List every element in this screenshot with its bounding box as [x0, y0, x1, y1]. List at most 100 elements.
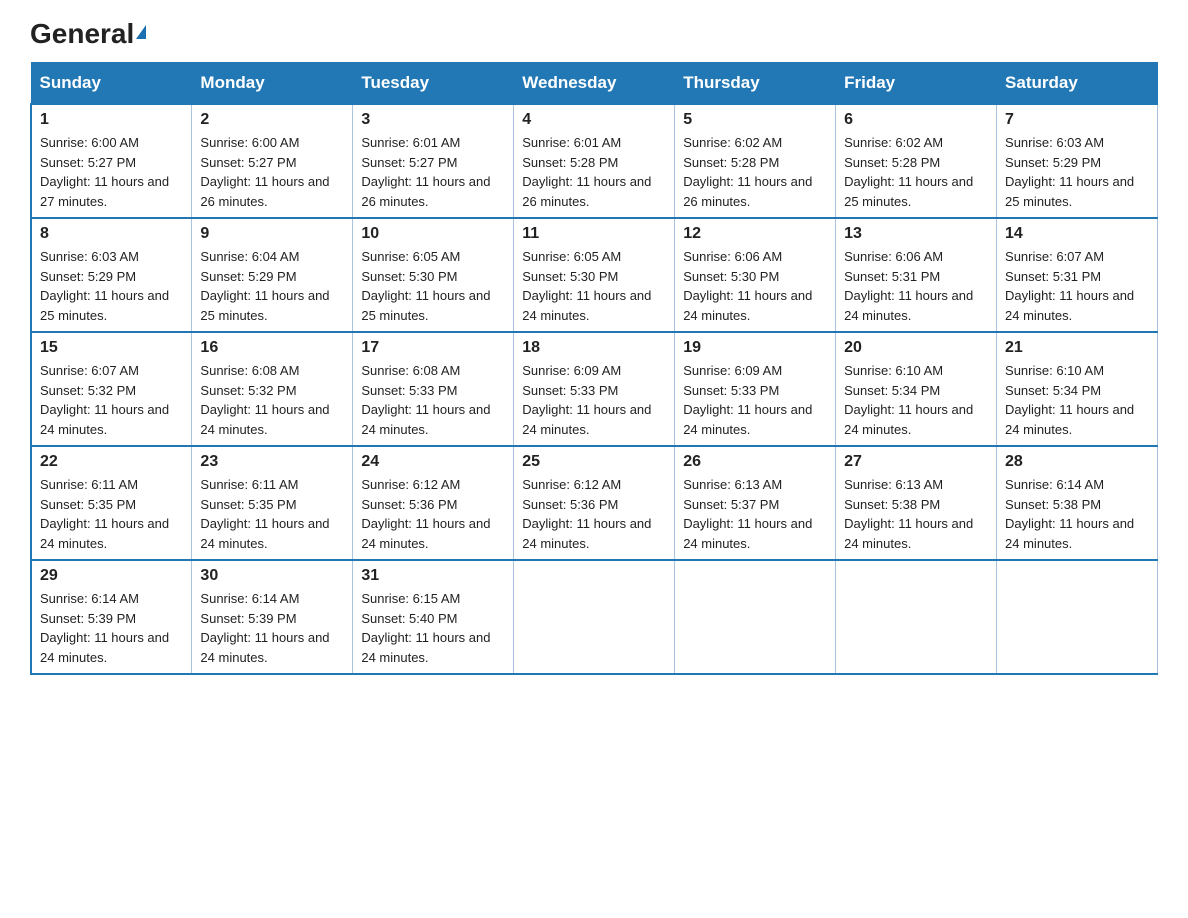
calendar-header-row: SundayMondayTuesdayWednesdayThursdayFrid… — [31, 63, 1158, 105]
day-info: Sunrise: 6:07 AMSunset: 5:32 PMDaylight:… — [40, 361, 183, 439]
day-info: Sunrise: 6:13 AMSunset: 5:38 PMDaylight:… — [844, 475, 988, 553]
day-number: 14 — [1005, 225, 1149, 243]
calendar-day-21: 21 Sunrise: 6:10 AMSunset: 5:34 PMDaylig… — [997, 332, 1158, 446]
day-info: Sunrise: 6:10 AMSunset: 5:34 PMDaylight:… — [1005, 361, 1149, 439]
day-number: 2 — [200, 111, 344, 129]
calendar-day-20: 20 Sunrise: 6:10 AMSunset: 5:34 PMDaylig… — [836, 332, 997, 446]
day-number: 21 — [1005, 339, 1149, 357]
calendar-day-22: 22 Sunrise: 6:11 AMSunset: 5:35 PMDaylig… — [31, 446, 192, 560]
calendar-day-25: 25 Sunrise: 6:12 AMSunset: 5:36 PMDaylig… — [514, 446, 675, 560]
day-number: 15 — [40, 339, 183, 357]
calendar-header-tuesday: Tuesday — [353, 63, 514, 105]
day-number: 4 — [522, 111, 666, 129]
logo-line1: General — [30, 20, 146, 48]
calendar-day-10: 10 Sunrise: 6:05 AMSunset: 5:30 PMDaylig… — [353, 218, 514, 332]
day-info: Sunrise: 6:12 AMSunset: 5:36 PMDaylight:… — [522, 475, 666, 553]
calendar-day-30: 30 Sunrise: 6:14 AMSunset: 5:39 PMDaylig… — [192, 560, 353, 674]
calendar-day-9: 9 Sunrise: 6:04 AMSunset: 5:29 PMDayligh… — [192, 218, 353, 332]
day-info: Sunrise: 6:14 AMSunset: 5:39 PMDaylight:… — [40, 589, 183, 667]
calendar-day-13: 13 Sunrise: 6:06 AMSunset: 5:31 PMDaylig… — [836, 218, 997, 332]
day-number: 6 — [844, 111, 988, 129]
calendar-day-23: 23 Sunrise: 6:11 AMSunset: 5:35 PMDaylig… — [192, 446, 353, 560]
day-info: Sunrise: 6:02 AMSunset: 5:28 PMDaylight:… — [844, 133, 988, 211]
day-info: Sunrise: 6:10 AMSunset: 5:34 PMDaylight:… — [844, 361, 988, 439]
day-info: Sunrise: 6:02 AMSunset: 5:28 PMDaylight:… — [683, 133, 827, 211]
calendar-week-5: 29 Sunrise: 6:14 AMSunset: 5:39 PMDaylig… — [31, 560, 1158, 674]
day-number: 28 — [1005, 453, 1149, 471]
calendar-day-empty — [514, 560, 675, 674]
day-info: Sunrise: 6:08 AMSunset: 5:33 PMDaylight:… — [361, 361, 505, 439]
page-header: General — [30, 20, 1158, 44]
calendar-day-31: 31 Sunrise: 6:15 AMSunset: 5:40 PMDaylig… — [353, 560, 514, 674]
calendar-day-17: 17 Sunrise: 6:08 AMSunset: 5:33 PMDaylig… — [353, 332, 514, 446]
calendar-header-monday: Monday — [192, 63, 353, 105]
calendar-week-4: 22 Sunrise: 6:11 AMSunset: 5:35 PMDaylig… — [31, 446, 1158, 560]
day-info: Sunrise: 6:04 AMSunset: 5:29 PMDaylight:… — [200, 247, 344, 325]
calendar-day-19: 19 Sunrise: 6:09 AMSunset: 5:33 PMDaylig… — [675, 332, 836, 446]
day-number: 23 — [200, 453, 344, 471]
calendar-day-12: 12 Sunrise: 6:06 AMSunset: 5:30 PMDaylig… — [675, 218, 836, 332]
day-number: 10 — [361, 225, 505, 243]
day-info: Sunrise: 6:00 AMSunset: 5:27 PMDaylight:… — [200, 133, 344, 211]
day-info: Sunrise: 6:01 AMSunset: 5:28 PMDaylight:… — [522, 133, 666, 211]
day-info: Sunrise: 6:06 AMSunset: 5:31 PMDaylight:… — [844, 247, 988, 325]
day-number: 26 — [683, 453, 827, 471]
day-number: 16 — [200, 339, 344, 357]
day-info: Sunrise: 6:14 AMSunset: 5:39 PMDaylight:… — [200, 589, 344, 667]
day-number: 31 — [361, 567, 505, 585]
calendar-day-7: 7 Sunrise: 6:03 AMSunset: 5:29 PMDayligh… — [997, 104, 1158, 218]
calendar-week-1: 1 Sunrise: 6:00 AMSunset: 5:27 PMDayligh… — [31, 104, 1158, 218]
calendar-day-28: 28 Sunrise: 6:14 AMSunset: 5:38 PMDaylig… — [997, 446, 1158, 560]
calendar-table: SundayMondayTuesdayWednesdayThursdayFrid… — [30, 62, 1158, 675]
day-number: 3 — [361, 111, 505, 129]
day-info: Sunrise: 6:13 AMSunset: 5:37 PMDaylight:… — [683, 475, 827, 553]
day-info: Sunrise: 6:09 AMSunset: 5:33 PMDaylight:… — [522, 361, 666, 439]
day-info: Sunrise: 6:14 AMSunset: 5:38 PMDaylight:… — [1005, 475, 1149, 553]
day-number: 13 — [844, 225, 988, 243]
day-info: Sunrise: 6:07 AMSunset: 5:31 PMDaylight:… — [1005, 247, 1149, 325]
day-number: 27 — [844, 453, 988, 471]
calendar-day-empty — [997, 560, 1158, 674]
day-info: Sunrise: 6:08 AMSunset: 5:32 PMDaylight:… — [200, 361, 344, 439]
day-info: Sunrise: 6:05 AMSunset: 5:30 PMDaylight:… — [361, 247, 505, 325]
calendar-day-empty — [675, 560, 836, 674]
calendar-week-3: 15 Sunrise: 6:07 AMSunset: 5:32 PMDaylig… — [31, 332, 1158, 446]
calendar-day-14: 14 Sunrise: 6:07 AMSunset: 5:31 PMDaylig… — [997, 218, 1158, 332]
day-info: Sunrise: 6:03 AMSunset: 5:29 PMDaylight:… — [1005, 133, 1149, 211]
calendar-day-26: 26 Sunrise: 6:13 AMSunset: 5:37 PMDaylig… — [675, 446, 836, 560]
calendar-day-18: 18 Sunrise: 6:09 AMSunset: 5:33 PMDaylig… — [514, 332, 675, 446]
calendar-day-empty — [836, 560, 997, 674]
day-number: 18 — [522, 339, 666, 357]
day-number: 30 — [200, 567, 344, 585]
calendar-header-wednesday: Wednesday — [514, 63, 675, 105]
calendar-header-saturday: Saturday — [997, 63, 1158, 105]
calendar-day-5: 5 Sunrise: 6:02 AMSunset: 5:28 PMDayligh… — [675, 104, 836, 218]
day-number: 17 — [361, 339, 505, 357]
day-number: 5 — [683, 111, 827, 129]
calendar-day-3: 3 Sunrise: 6:01 AMSunset: 5:27 PMDayligh… — [353, 104, 514, 218]
calendar-day-8: 8 Sunrise: 6:03 AMSunset: 5:29 PMDayligh… — [31, 218, 192, 332]
day-number: 22 — [40, 453, 183, 471]
day-info: Sunrise: 6:11 AMSunset: 5:35 PMDaylight:… — [200, 475, 344, 553]
calendar-header-thursday: Thursday — [675, 63, 836, 105]
day-number: 20 — [844, 339, 988, 357]
calendar-day-6: 6 Sunrise: 6:02 AMSunset: 5:28 PMDayligh… — [836, 104, 997, 218]
calendar-day-24: 24 Sunrise: 6:12 AMSunset: 5:36 PMDaylig… — [353, 446, 514, 560]
day-number: 24 — [361, 453, 505, 471]
logo: General — [30, 20, 146, 44]
day-number: 1 — [40, 111, 183, 129]
day-number: 9 — [200, 225, 344, 243]
calendar-day-2: 2 Sunrise: 6:00 AMSunset: 5:27 PMDayligh… — [192, 104, 353, 218]
day-info: Sunrise: 6:11 AMSunset: 5:35 PMDaylight:… — [40, 475, 183, 553]
day-info: Sunrise: 6:03 AMSunset: 5:29 PMDaylight:… — [40, 247, 183, 325]
day-info: Sunrise: 6:01 AMSunset: 5:27 PMDaylight:… — [361, 133, 505, 211]
day-info: Sunrise: 6:12 AMSunset: 5:36 PMDaylight:… — [361, 475, 505, 553]
calendar-header-sunday: Sunday — [31, 63, 192, 105]
day-number: 8 — [40, 225, 183, 243]
day-number: 11 — [522, 225, 666, 243]
day-info: Sunrise: 6:06 AMSunset: 5:30 PMDaylight:… — [683, 247, 827, 325]
calendar-day-1: 1 Sunrise: 6:00 AMSunset: 5:27 PMDayligh… — [31, 104, 192, 218]
calendar-day-11: 11 Sunrise: 6:05 AMSunset: 5:30 PMDaylig… — [514, 218, 675, 332]
day-info: Sunrise: 6:15 AMSunset: 5:40 PMDaylight:… — [361, 589, 505, 667]
calendar-day-29: 29 Sunrise: 6:14 AMSunset: 5:39 PMDaylig… — [31, 560, 192, 674]
